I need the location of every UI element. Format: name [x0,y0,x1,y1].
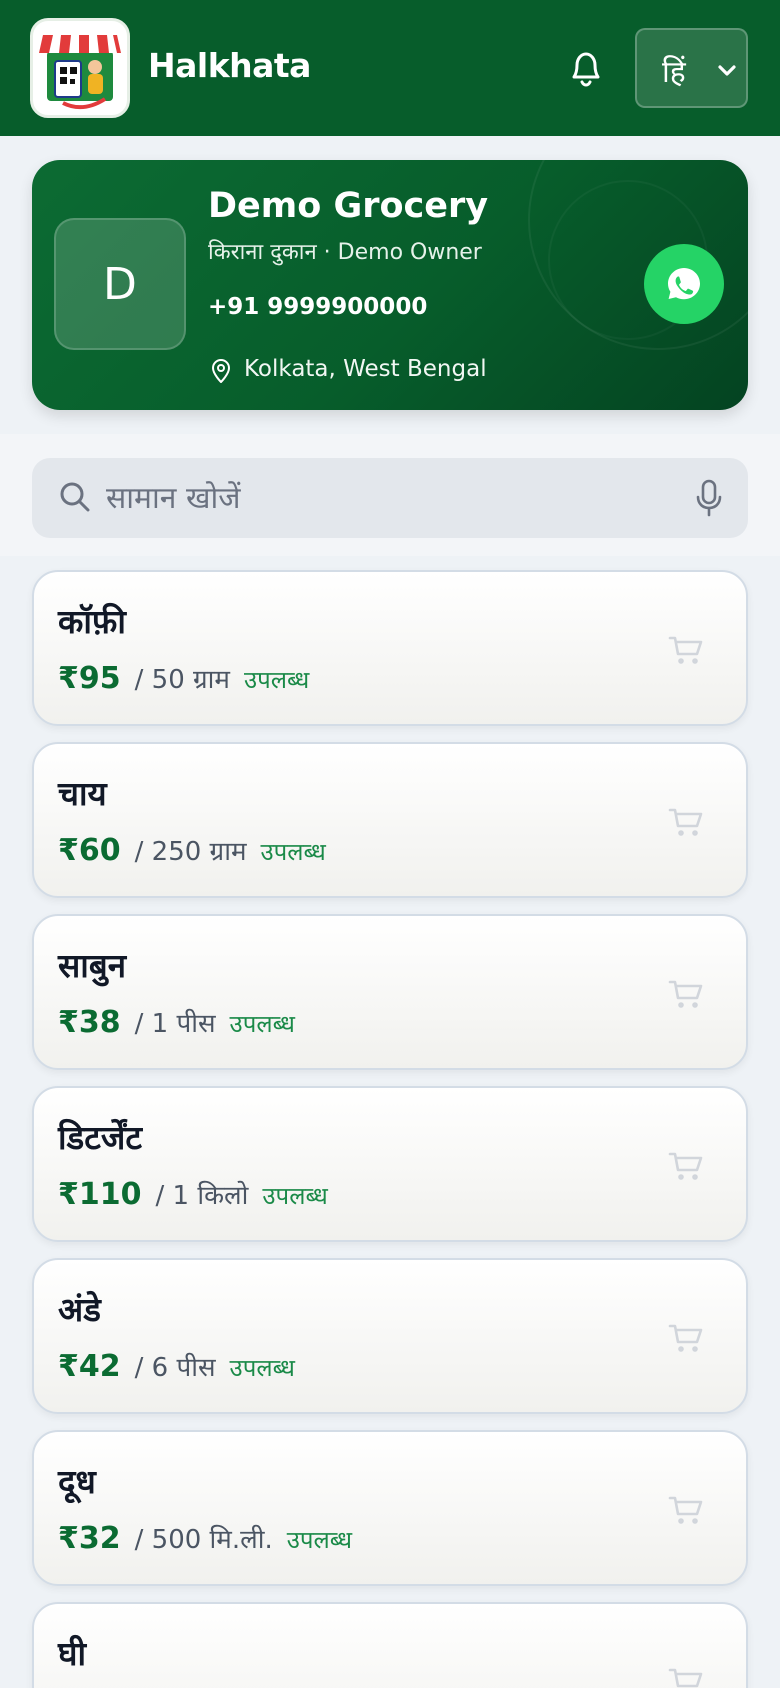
product-details: ₹38 / 1 पीस उपलब्ध [58,1004,295,1040]
product-status: उपलब्ध [229,1354,295,1382]
product-price: ₹60 [58,833,121,868]
product-name: दूध [58,1462,96,1501]
search-bar[interactable] [32,458,748,538]
product-name: घी [58,1634,87,1673]
app-header: Halkhata हिं [0,0,780,136]
language-selector[interactable]: हिं [635,28,748,108]
add-to-cart-icon[interactable] [668,1666,704,1688]
app-title: Halkhata [148,46,311,85]
product-card[interactable]: कॉफ़ी ₹95 / 50 ग्राम उपलब्ध [32,570,748,726]
product-details: ₹95 / 50 ग्राम उपलब्ध [58,660,309,696]
chevron-down-icon [718,65,736,76]
product-name: अंडे [58,1290,101,1329]
search-input[interactable] [106,474,666,522]
product-name: कॉफ़ी [58,602,126,641]
product-price: ₹42 [58,1349,121,1384]
product-unit: / 6 पीस [134,1353,216,1383]
product-unit: / 1 पीस [134,1009,216,1039]
shop-phone[interactable]: +91 9999900000 [208,294,427,320]
product-price: ₹95 [58,661,121,696]
product-price: ₹38 [58,1005,121,1040]
add-to-cart-icon[interactable] [668,1150,704,1182]
product-status: उपलब्ध [229,1010,295,1038]
add-to-cart-icon[interactable] [668,1494,704,1526]
product-details: ₹42 / 6 पीस उपलब्ध [58,1348,295,1384]
notification-bell-icon[interactable] [562,44,610,92]
search-icon [60,482,90,512]
product-details: ₹32 / 500 मि.ली. उपलब्ध [58,1520,352,1556]
product-card[interactable]: अंडे ₹42 / 6 पीस उपलब्ध [32,1258,748,1414]
product-price: ₹32 [58,1521,121,1556]
product-status: उपलब्ध [286,1526,353,1554]
shop-name: Demo Grocery [208,186,489,226]
product-name: चाय [58,774,107,813]
shop-avatar: D [54,218,186,350]
product-status: उपलब्ध [243,666,310,694]
product-price: ₹110 [58,1177,142,1212]
product-card[interactable]: साबुन ₹38 / 1 पीस उपलब्ध [32,914,748,1070]
app-logo[interactable] [30,18,130,118]
product-card[interactable]: चाय ₹60 / 250 ग्राम उपलब्ध [32,742,748,898]
product-card[interactable]: डिटर्जेंट ₹110 / 1 किलो उपलब्ध [32,1086,748,1242]
product-status: उपलब्ध [262,1182,328,1210]
add-to-cart-icon[interactable] [668,806,704,838]
location-pin-icon [212,359,230,383]
add-to-cart-icon[interactable] [668,978,704,1010]
add-to-cart-icon[interactable] [668,634,704,666]
product-details: ₹110 / 1 किलो उपलब्ध [58,1176,328,1212]
product-unit: / 1 किलो [155,1181,249,1211]
product-name: डिटर्जेंट [58,1118,142,1157]
language-label: हिं [662,55,686,90]
whatsapp-icon [668,268,700,300]
microphone-icon[interactable] [694,478,724,518]
product-details: ₹60 / 250 ग्राम उपलब्ध [58,832,326,868]
product-name: साबुन [58,946,127,985]
add-to-cart-icon[interactable] [668,1322,704,1354]
whatsapp-button[interactable] [644,244,724,324]
product-unit: / 50 ग्राम [134,665,230,695]
product-status: उपलब्ध [260,838,326,866]
shop-category-owner: किराना दुकान · Demo Owner [208,240,482,265]
shop-card: D Demo Grocery किराना दुकान · Demo Owner… [32,160,748,410]
product-unit: / 500 मि.ली. [134,1525,273,1555]
shop-location: Kolkata, West Bengal [244,356,487,382]
product-card[interactable]: दूध ₹32 / 500 मि.ली. उपलब्ध [32,1430,748,1586]
product-unit: / 250 ग्राम [134,837,247,867]
product-card[interactable]: घी [32,1602,748,1688]
